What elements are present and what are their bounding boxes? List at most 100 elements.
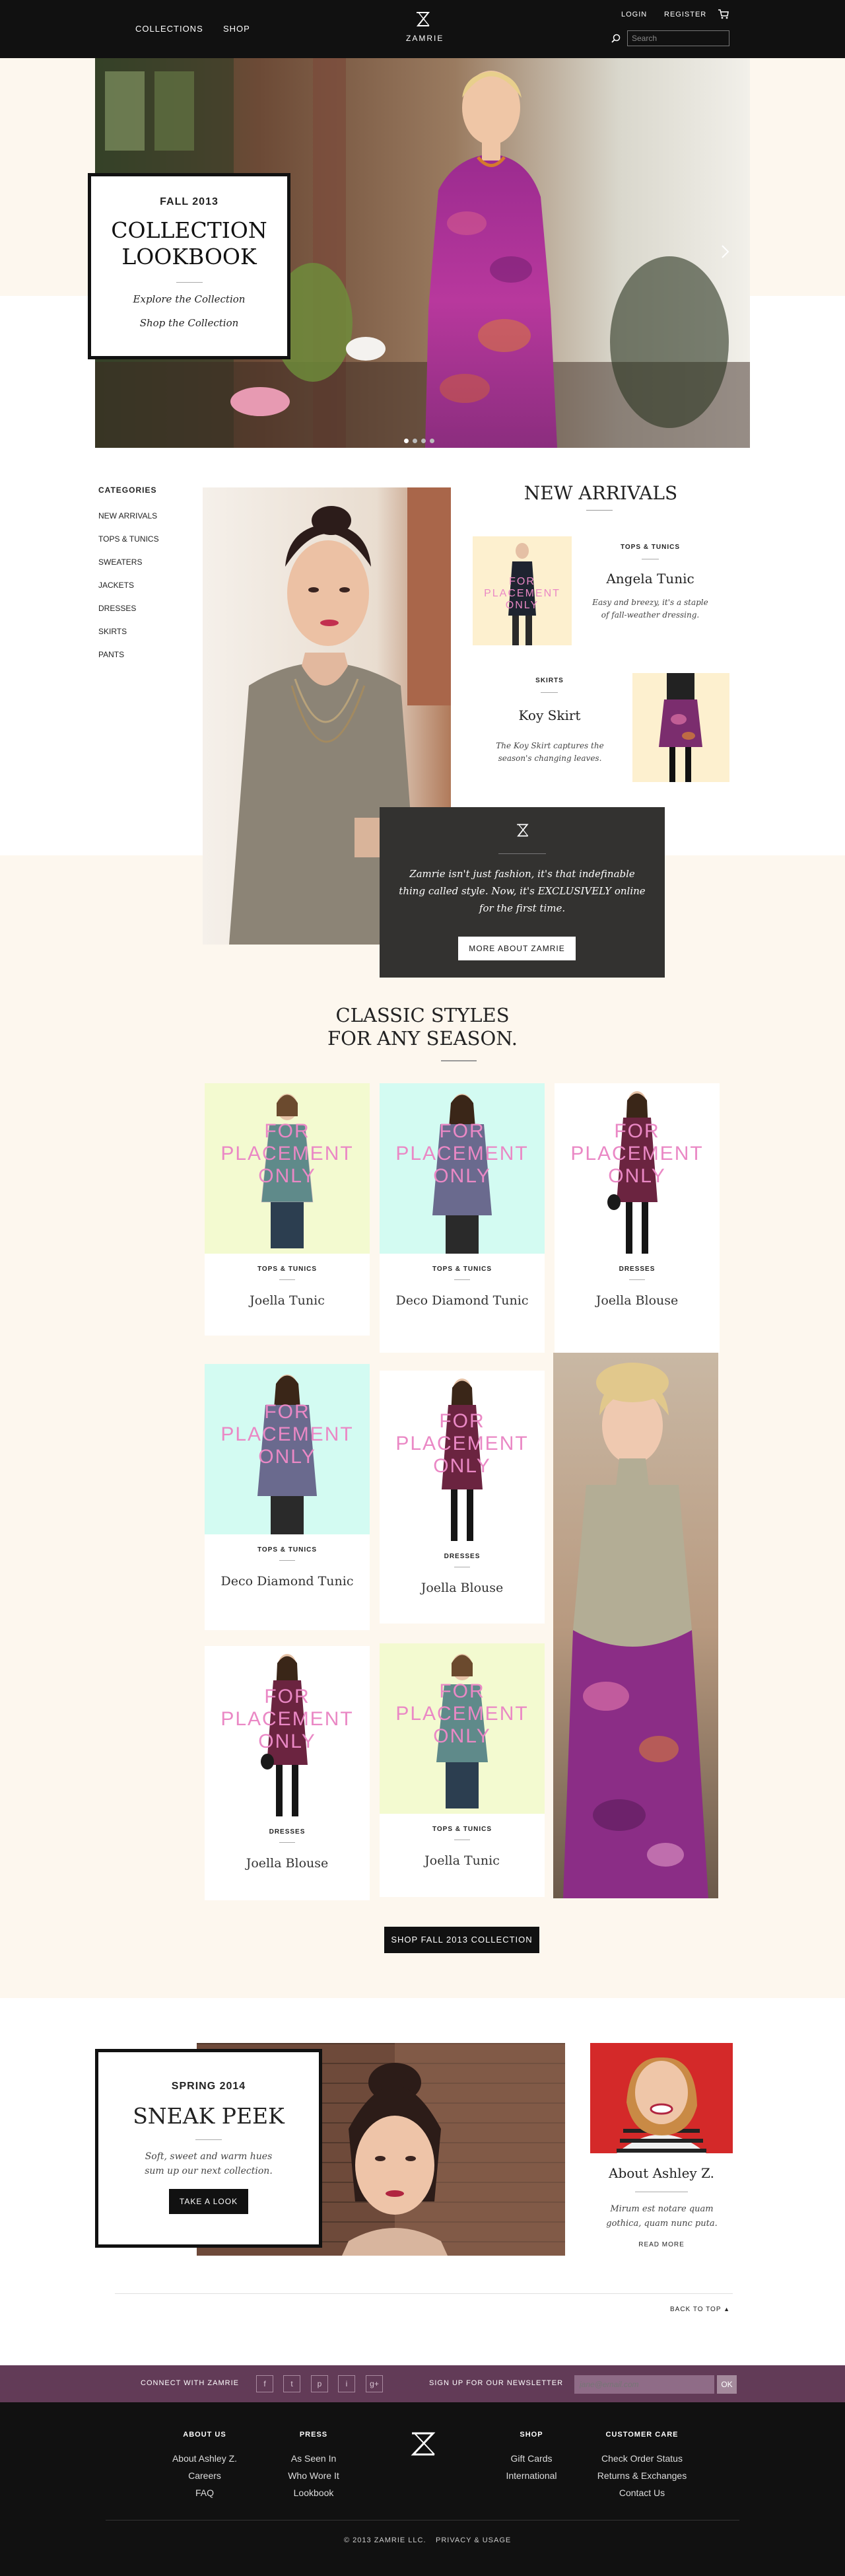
product-name[interactable]: Joella Blouse xyxy=(380,1581,545,1595)
product-name[interactable]: Deco Diamond Tunic xyxy=(380,1293,545,1308)
search-icon[interactable] xyxy=(611,33,621,44)
footer-link[interactable]: Lookbook xyxy=(267,2487,360,2498)
twitter-icon[interactable]: t xyxy=(283,2375,300,2392)
hero-slide-dots[interactable] xyxy=(404,435,444,443)
divider xyxy=(106,2520,739,2521)
product-card[interactable]: FOR PLACEMENT ONLY DRESSES Joella Blouse xyxy=(205,1646,370,1900)
product-category-label: TOPS & TUNICS xyxy=(257,1546,318,1554)
footer-shop-title: SHOP xyxy=(520,2431,543,2439)
footer xyxy=(0,2402,845,2576)
register-link[interactable]: REGISTER xyxy=(664,11,706,18)
placement-placeholder: FOR PLACEMENT ONLY xyxy=(395,1680,529,1747)
footer-about-title: ABOUT US xyxy=(183,2431,226,2439)
footer-link[interactable]: About Ashley Z. xyxy=(158,2453,251,2464)
category-pants[interactable]: PANTS xyxy=(98,650,124,659)
footer-link[interactable]: Who Wore It xyxy=(267,2470,360,2481)
search-input[interactable] xyxy=(627,30,729,46)
category-skirts[interactable]: SKIRTS xyxy=(98,627,127,636)
product-card[interactable]: FOR PLACEMENT ONLY TOPS & TUNICS Joella Tu… xyxy=(205,1083,370,1336)
koy-skirt-description: The Koy Skirt captures the season's chan… xyxy=(496,741,604,763)
category-tops-tunics[interactable]: TOPS & TUNICS xyxy=(98,534,159,544)
divider xyxy=(279,1279,295,1280)
hero-title-line2: LOOKBOOK xyxy=(121,244,257,269)
cart-icon[interactable] xyxy=(718,8,729,20)
shop-fall-collection-button[interactable]: SHOP FALL 2013 COLLECTION xyxy=(384,1927,539,1953)
about-zamrie-box: Zamrie isn't just fashion, it's that ind… xyxy=(380,807,665,978)
instagram-icon[interactable]: i xyxy=(338,2375,355,2392)
read-more-link[interactable]: READ MORE xyxy=(590,2241,733,2248)
koy-skirt-image[interactable] xyxy=(632,673,729,782)
footer-link[interactable]: International xyxy=(485,2470,578,2481)
footer-z-logo-icon xyxy=(411,2432,436,2456)
footer-link[interactable]: Returns & Exchanges xyxy=(581,2470,703,2481)
about-ashley-title: About Ashley Z. xyxy=(609,2165,714,2181)
product-category-label: DRESSES xyxy=(444,1553,481,1560)
shop-collection-link[interactable]: Shop the Collection xyxy=(91,317,287,329)
nav-shop[interactable]: SHOP xyxy=(223,24,250,34)
newsletter-ok-button[interactable]: OK xyxy=(717,2375,737,2394)
product-category-label: TOPS & TUNICS xyxy=(432,1266,492,1273)
product-card[interactable]: FOR PLACEMENT ONLY TOPS & TUNICS Joella Tu… xyxy=(380,1643,545,1897)
about-ashley-text: Mirum est notare quam gothica, quam nunc… xyxy=(606,2204,718,2229)
footer-link[interactable]: Check Order Status xyxy=(581,2453,703,2464)
product-card[interactable]: FOR PLACEMENT ONLY DRESSES Joella Blouse xyxy=(380,1371,545,1624)
divider xyxy=(454,1279,470,1280)
product-category-label: TOPS & TUNICS xyxy=(432,1826,492,1833)
footer-link[interactable]: Gift Cards xyxy=(485,2453,578,2464)
placement-placeholder: FOR PLACEMENT ONLY xyxy=(395,1410,529,1477)
category-sweaters[interactable]: SWEATERS xyxy=(98,557,142,567)
hero-next-arrow-icon[interactable] xyxy=(721,244,730,259)
slide-dot[interactable] xyxy=(421,439,426,443)
footer-link[interactable]: Contact Us xyxy=(581,2487,703,2498)
product-name[interactable]: Deco Diamond Tunic xyxy=(205,1574,370,1589)
zamrie-z-icon xyxy=(416,12,430,26)
login-link[interactable]: LOGIN xyxy=(621,11,647,18)
placement-placeholder: FOR PLACEMENT ONLY xyxy=(570,1120,704,1187)
product-name[interactable]: Joella Tunic xyxy=(380,1853,545,1868)
pinterest-icon[interactable]: p xyxy=(311,2375,328,2392)
koy-skirt-name[interactable]: Koy Skirt xyxy=(482,707,617,723)
product-card[interactable]: FOR PLACEMENT ONLY DRESSES Joella Blouse xyxy=(555,1083,720,1353)
product-image: FOR PLACEMENT ONLY xyxy=(205,1364,370,1534)
back-to-top-link[interactable]: BACK TO TOP ▲ xyxy=(670,2306,730,2313)
explore-collection-link[interactable]: Explore the Collection xyxy=(91,293,287,305)
product-category-label: TOPS & TUNICS xyxy=(257,1266,318,1273)
placement-placeholder: FOR PLACEMENT ONLY xyxy=(220,1120,354,1187)
ashley-photo xyxy=(590,2043,733,2153)
product-name[interactable]: Joella Blouse xyxy=(205,1856,370,1871)
take-a-look-button[interactable]: TAKE A LOOK xyxy=(169,2189,248,2214)
slide-dot[interactable] xyxy=(413,439,417,443)
newsletter-email-input[interactable] xyxy=(574,2375,714,2394)
category-dresses[interactable]: DRESSES xyxy=(98,604,136,613)
tall-model-photo xyxy=(553,1353,718,1898)
koy-skirt-photo xyxy=(659,673,702,782)
angela-tunic-image[interactable]: FOR PLACEMENT ONLY xyxy=(473,536,572,645)
zamrie-logo[interactable]: ZAMRIE xyxy=(406,9,442,52)
slide-dot[interactable] xyxy=(404,439,409,443)
copyright-text: © 2013 ZAMRIE LLC. xyxy=(344,2536,426,2544)
product-name[interactable]: Joella Tunic xyxy=(205,1293,370,1308)
more-about-zamrie-button[interactable]: MORE ABOUT ZAMRIE xyxy=(458,937,576,960)
nav-collections[interactable]: COLLECTIONS xyxy=(135,24,203,34)
divider xyxy=(176,282,203,283)
facebook-icon[interactable]: f xyxy=(256,2375,273,2392)
footer-link[interactable]: Careers xyxy=(158,2470,251,2481)
zamrie-z-icon xyxy=(517,824,529,837)
footer-press-title: PRESS xyxy=(299,2431,328,2439)
category-new-arrivals[interactable]: NEW ARRIVALS xyxy=(98,511,157,520)
caret-up-icon: ▲ xyxy=(724,2306,731,2312)
category-jackets[interactable]: JACKETS xyxy=(98,581,134,590)
privacy-link[interactable]: PRIVACY & USAGE xyxy=(436,2536,511,2544)
product-category-label: SKIRTS xyxy=(535,677,564,684)
product-card[interactable]: FOR PLACEMENT ONLY TOPS & TUNICS Deco Diam… xyxy=(205,1364,370,1630)
product-image: FOR PLACEMENT ONLY xyxy=(380,1371,545,1541)
product-card[interactable]: FOR PLACEMENT ONLY TOPS & TUNICS Deco Diam… xyxy=(380,1083,545,1353)
google-plus-icon[interactable]: g+ xyxy=(366,2375,383,2392)
slide-dot[interactable] xyxy=(430,439,434,443)
footer-link[interactable]: FAQ xyxy=(158,2487,251,2498)
footer-link[interactable]: As Seen In xyxy=(267,2453,360,2464)
angela-tunic-name[interactable]: Angela Tunic xyxy=(588,571,713,587)
product-image: FOR PLACEMENT ONLY xyxy=(205,1083,370,1254)
classic-title-line1: CLASSIC STYLES xyxy=(335,1004,510,1026)
product-name[interactable]: Joella Blouse xyxy=(555,1293,720,1308)
